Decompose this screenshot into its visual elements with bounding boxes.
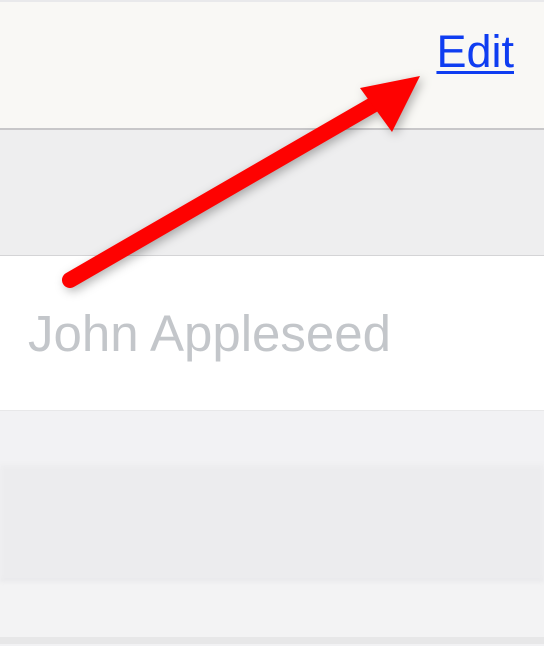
section-gap (0, 411, 544, 465)
section-header-spacer (0, 130, 544, 256)
edit-button[interactable]: Edit (436, 26, 514, 78)
bottom-edge (0, 637, 544, 644)
name-field[interactable] (28, 304, 544, 363)
name-input-row[interactable] (0, 256, 544, 411)
navigation-bar: Edit (0, 0, 544, 130)
section-gap (0, 581, 544, 637)
blurred-content-row (0, 465, 544, 581)
